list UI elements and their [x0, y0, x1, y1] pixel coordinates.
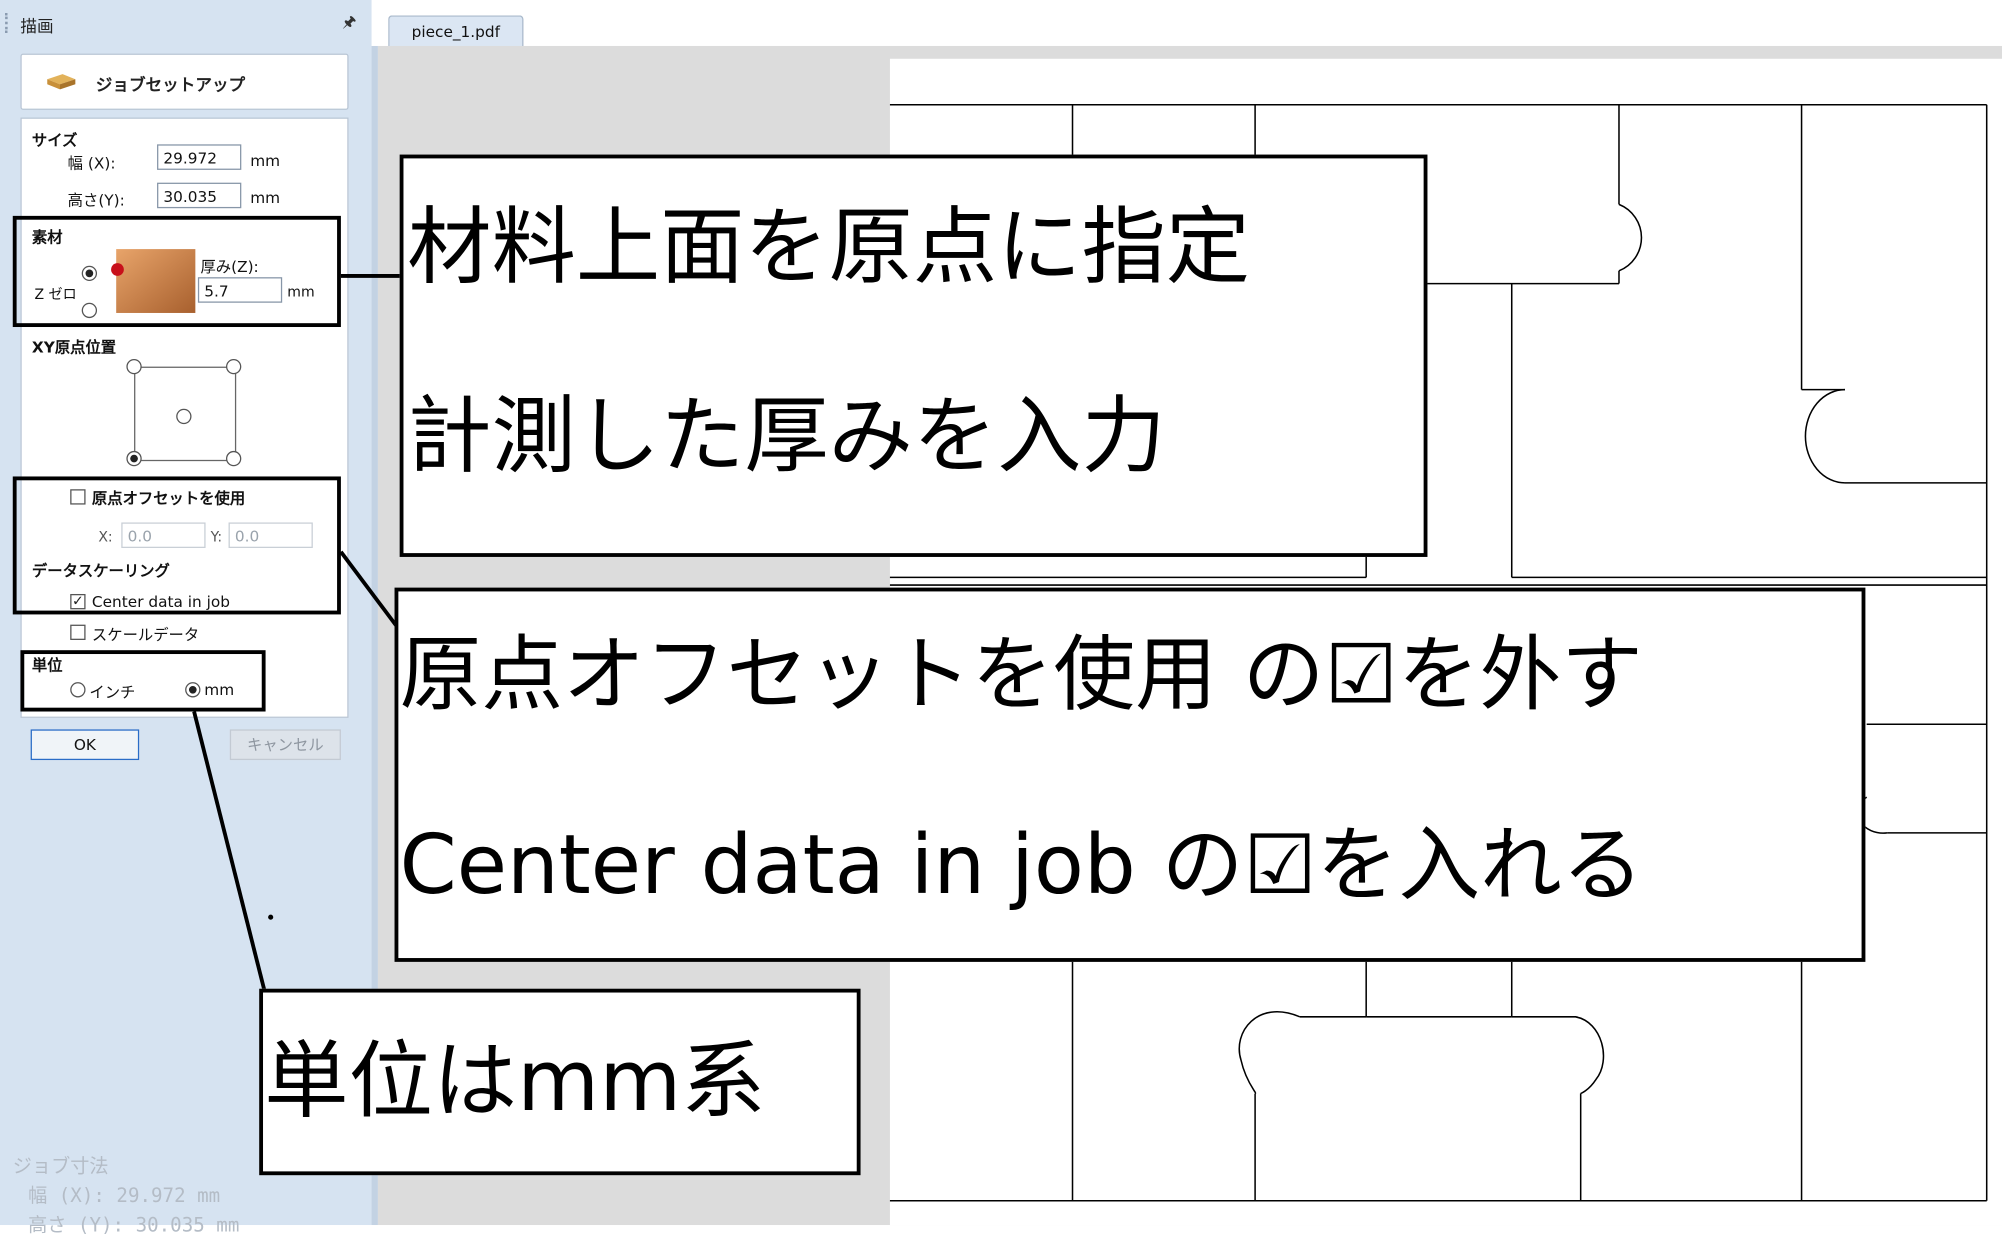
callout-material-top: 材料上面を原点に指定 計測した厚みを入力: [399, 154, 1428, 557]
callout-2-line-1: 原点オフセットを使用 の☑を外す: [399, 628, 1643, 724]
callout-2-line-2: Center data in job の☑を入れる: [399, 818, 1644, 914]
callout-3-line-1: 単位はmm系: [264, 1032, 766, 1131]
callout-offset-center: 原点オフセットを使用 の☑を外す Center data in job の☑を入…: [394, 587, 1866, 962]
callout-units: 単位はmm系: [259, 988, 861, 1176]
callout-1-line-2: 計測した厚みを入力: [407, 387, 1166, 486]
callout-1-line-1: 材料上面を原点に指定: [407, 197, 1250, 297]
